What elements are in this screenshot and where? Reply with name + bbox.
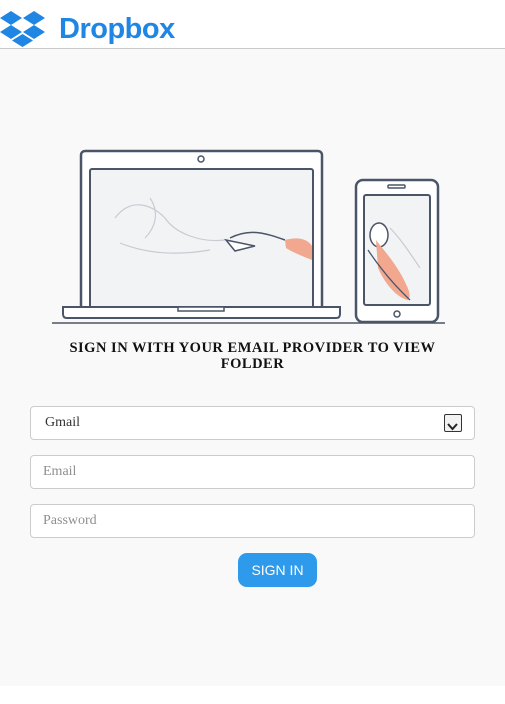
page-heading: SIGN IN WITH YOUR EMAIL PROVIDER TO VIEW… [69, 340, 436, 372]
brand-name: Dropbox [59, 13, 175, 45]
chevron-down-icon[interactable] [444, 414, 462, 432]
email-provider-select[interactable]: Gmail [30, 406, 475, 440]
email-placeholder: Email [43, 464, 77, 479]
email-field[interactable]: Email [30, 455, 475, 489]
sign-in-button[interactable]: SIGN IN [238, 553, 317, 587]
password-placeholder: Password [43, 513, 97, 528]
password-field[interactable]: Password [30, 504, 475, 538]
selected-provider: Gmail [45, 415, 80, 430]
dropbox-logo-icon [0, 11, 45, 47]
header: Dropbox [0, 0, 505, 49]
laptop-and-phone-illustration [52, 149, 445, 324]
main-content: SIGN IN WITH YOUR EMAIL PROVIDER TO VIEW… [0, 49, 505, 686]
